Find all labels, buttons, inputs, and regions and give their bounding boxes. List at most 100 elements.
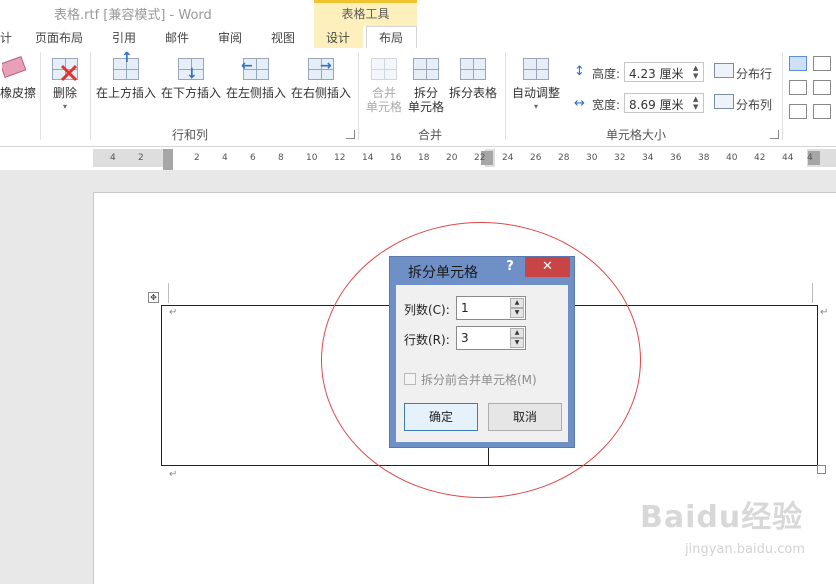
spin-up-icon[interactable]: ▲ [693,65,700,72]
merge-cells-icon [369,54,399,84]
group-separator [90,52,91,140]
tab-page-layout[interactable]: 页面布局 [35,29,83,46]
align-top-left-icon[interactable] [789,56,807,71]
ruler-tick-label: 44 [782,153,794,163]
table-resize-handle-icon[interactable] [817,465,826,474]
ruler-tick-label: 32 [614,153,626,163]
height-icon: ↕ [574,64,585,79]
insert-below-button[interactable]: ↓ 在下方插入 [160,54,222,100]
spin-down-icon[interactable]: ▼ [510,308,524,318]
align-middle-center-icon[interactable] [813,80,831,95]
insert-right-icon: → [306,54,336,84]
eraser-button[interactable]: 橡皮擦 [0,54,36,100]
eraser-icon [0,54,32,84]
ruler-tick-label: 14 [362,153,374,163]
insert-left-button[interactable]: ← 在左侧插入 [225,54,287,100]
ribbon: 橡皮擦 删除 ▾ ↑ 在上方插入 ↓ 在下方插入 ← 在左侧插入 → 在右侧插入… [0,48,836,147]
group-separator [40,52,41,140]
ruler-tick-label: 24 [502,153,514,163]
ruler-tick-label: 22 [474,153,486,163]
rows-columns-launcher-icon[interactable] [346,130,355,139]
spin-up-icon[interactable]: ▲ [510,328,524,338]
split-table-icon [458,54,488,84]
title-bar: 表格.rtf [兼容模式] - Word 表格工具 [0,0,836,26]
ruler-tick-label: 8 [278,153,284,163]
insert-right-button[interactable]: → 在右侧插入 [290,54,352,100]
align-bottom-left-icon[interactable] [789,104,807,119]
tab-references[interactable]: 引用 [112,29,136,46]
split-cells-button[interactable]: 拆分 单元格 [406,54,446,114]
ruler-tick-label: 2 [194,153,200,163]
baidu-jingyan-logo: Baidu经验 [640,500,804,535]
tab-design-partial[interactable]: 计 [0,29,12,46]
ribbon-tabs: 计 页面布局 引用 邮件 审阅 视图 设计 布局 [0,26,836,49]
ruler-tick-label: 34 [642,153,654,163]
tab-table-design[interactable]: 设计 [326,29,350,46]
dialog-body: 列数(C): 1 ▲ ▼ 行数(R): 3 ▲ ▼ 拆分前合并单元格(M) 确定… [396,285,568,442]
align-bottom-center-icon[interactable] [813,104,831,119]
help-button[interactable]: ? [497,257,523,277]
chevron-down-icon: ▾ [62,102,67,111]
spin-down-icon[interactable]: ▼ [510,338,524,348]
distribute-rows-button[interactable]: 分布行 [736,65,772,82]
paragraph-mark-icon: ↵ [169,469,178,480]
tab-view[interactable]: 视图 [271,29,295,46]
left-margin-marker-icon[interactable] [163,149,173,171]
ruler-tick-label: 38 [698,153,710,163]
merge-before-split-checkbox[interactable] [404,373,416,385]
watermark: Baidu经验 jingyan.baidu.com [640,492,830,572]
ruler-tick-label: 4 [807,153,813,163]
corner-mark [168,283,169,303]
distribute-rows-icon [714,63,734,78]
paragraph-mark-icon: ↵ [169,307,178,318]
table-move-handle-icon[interactable]: ✥ [148,292,159,303]
cancel-button[interactable]: 取消 [488,403,562,431]
spin-up-icon[interactable]: ▲ [510,298,524,308]
distribute-columns-button[interactable]: 分布列 [736,96,772,113]
distribute-columns-icon [714,94,734,109]
spin-down-icon[interactable]: ▼ [693,73,700,80]
width-icon: ↔ [574,96,585,111]
columns-stepper[interactable]: 1 ▲ ▼ [456,296,526,320]
table-tools-label: 表格工具 [341,7,390,21]
ruler-tick-label: 4 [222,153,228,163]
group-separator [505,52,506,140]
align-top-center-icon[interactable] [813,56,831,71]
ok-button[interactable]: 确定 [404,403,478,431]
autofit-icon [521,54,551,84]
ruler-tick-label: 6 [250,153,256,163]
insert-above-button[interactable]: ↑ 在上方插入 [95,50,157,100]
ruler-tick-label: 2 [138,153,144,163]
group-separator [358,52,359,140]
ruler-tick-label: 18 [418,153,430,163]
delete-table-icon [50,54,80,84]
ruler-tick-label: 28 [558,153,570,163]
ruler-tick-label: 26 [530,153,542,163]
delete-button[interactable]: 删除 ▾ [48,54,82,114]
split-table-button[interactable]: 拆分表格 [448,54,498,100]
group-label-merge: 合并 [417,128,442,142]
ruler-tick-label: 4 [110,153,116,163]
align-middle-left-icon[interactable] [789,80,807,95]
merge-before-split-label: 拆分前合并单元格(M) [421,373,537,387]
ruler-tick-label: 36 [670,153,682,163]
ruler-text-area [169,149,485,167]
ruler-tick-label: 16 [390,153,402,163]
insert-left-icon: ← [241,54,271,84]
cell-size-launcher-icon[interactable] [770,130,779,139]
row-height-stepper[interactable]: 4.23 厘米 ▲ ▼ [624,62,704,82]
ruler-tick-label: 42 [754,153,766,163]
column-width-stepper[interactable]: 8.69 厘米 ▲ ▼ [624,93,704,113]
tab-mailings[interactable]: 邮件 [165,29,189,46]
split-cells-icon [411,54,441,84]
close-button[interactable]: ✕ [525,257,570,277]
tab-table-layout[interactable]: 布局 [379,29,403,46]
ruler-tick-label: 12 [334,153,346,163]
rows-stepper[interactable]: 3 ▲ ▼ [456,326,526,350]
spin-up-icon[interactable]: ▲ [693,96,700,103]
tab-review[interactable]: 审阅 [218,29,242,46]
autofit-button[interactable]: 自动调整 ▾ [510,54,562,114]
group-label-cell-size: 单元格大小 [605,128,666,142]
merge-cells-button[interactable]: 合并 单元格 [364,54,404,114]
spin-down-icon[interactable]: ▼ [693,104,700,111]
